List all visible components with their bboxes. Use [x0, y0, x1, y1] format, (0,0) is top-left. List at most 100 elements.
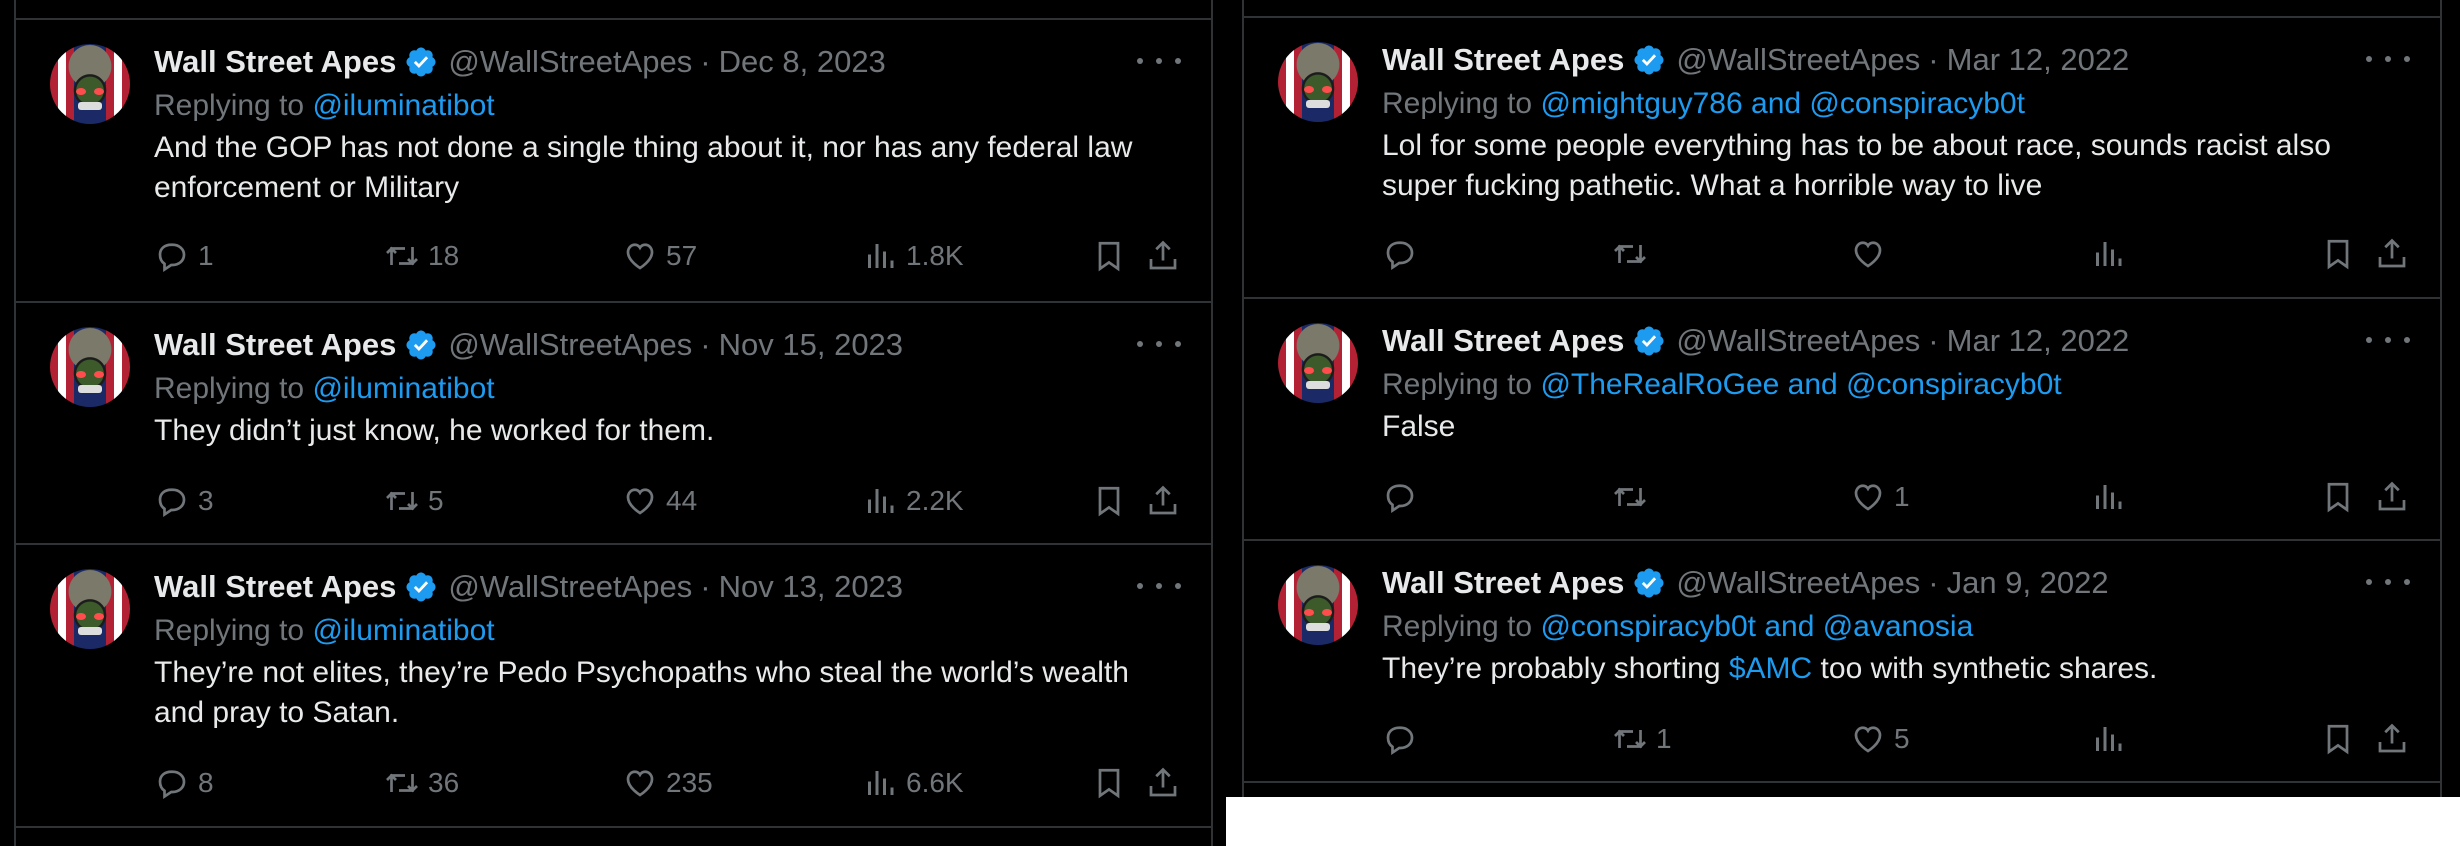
retweet-count: 18 [428, 240, 460, 271]
retweet-button[interactable]: 18 [384, 238, 459, 274]
tweet[interactable]: Wall Street Apes @WallStreetApes · Nov 1… [16, 545, 1211, 828]
views-button[interactable] [2090, 236, 2134, 272]
replying-to-mention[interactable]: @iluminatibot [312, 89, 494, 122]
avatar[interactable] [50, 327, 130, 407]
avatar[interactable] [1278, 323, 1358, 403]
like-button[interactable]: 44 [622, 483, 697, 519]
avatar[interactable] [50, 569, 130, 649]
views-icon [862, 765, 898, 801]
more-icon[interactable] [2366, 567, 2410, 597]
views-button[interactable] [2090, 721, 2134, 757]
views-icon [2090, 479, 2126, 515]
author-handle[interactable]: @WallStreetApes [448, 44, 692, 80]
replying-to: Replying to @conspiracyb0t and @avanosia [1382, 605, 2410, 649]
share-button[interactable] [2374, 721, 2410, 757]
bookmark-icon [2320, 721, 2356, 757]
more-icon[interactable] [1137, 571, 1181, 601]
views-button[interactable]: 6.6K [862, 765, 964, 801]
avatar[interactable] [50, 44, 130, 124]
bookmark-button[interactable] [1091, 483, 1127, 519]
reply-button[interactable] [1382, 721, 1426, 757]
share-button[interactable] [2374, 479, 2410, 515]
reply-icon [1382, 236, 1418, 272]
replying-to-mention[interactable]: @conspiracyb0t and @avanosia [1540, 610, 1973, 643]
tweet[interactable]: Wall Street Apes @WallStreetApes · Dec 8… [16, 20, 1211, 303]
tweet[interactable]: Wall Street Apes @WallStreetApes · Mar 1… [1244, 18, 2440, 299]
retweet-icon [384, 238, 420, 274]
replying-to-mention[interactable]: @mightguy786 and @conspiracyb0t [1540, 87, 2025, 120]
retweet-button[interactable] [1612, 479, 1656, 515]
like-button[interactable]: 5 [1850, 721, 1910, 757]
author-name[interactable]: Wall Street Apes [154, 44, 396, 80]
replying-to-mention[interactable]: @TheRealRoGee and @conspiracyb0t [1540, 368, 2061, 401]
like-button[interactable]: 1 [1850, 479, 1910, 515]
view-count: 2.2K [906, 485, 964, 516]
share-button[interactable] [1145, 238, 1181, 274]
more-icon[interactable] [1137, 329, 1181, 359]
reply-button[interactable] [1382, 479, 1426, 515]
avatar[interactable] [1278, 565, 1358, 645]
tweet[interactable]: Wall Street Apes @WallStreetApes · Mar 1… [1244, 299, 2440, 541]
like-button[interactable]: 57 [622, 238, 697, 274]
share-icon [2374, 236, 2410, 272]
like-button[interactable] [1850, 236, 1894, 272]
reply-button[interactable]: 3 [154, 483, 214, 519]
author-handle[interactable]: @WallStreetApes [1676, 42, 1920, 78]
retweet-button[interactable] [1612, 236, 1656, 272]
tweet[interactable]: Wall Street Apes @WallStreetApes · Jan 9… [1244, 541, 2440, 783]
views-button[interactable]: 1.8K [862, 238, 964, 274]
tweet[interactable]: Wall Street Apes @WallStreetApes · Nov 1… [16, 303, 1211, 545]
more-icon[interactable] [2366, 44, 2410, 74]
bookmark-button[interactable] [2320, 479, 2356, 515]
share-button[interactable] [1145, 765, 1181, 801]
author-handle[interactable]: @WallStreetApes [448, 327, 692, 363]
cashtag-link[interactable]: $AMC [1729, 652, 1812, 685]
bookmark-button[interactable] [2320, 236, 2356, 272]
views-button[interactable]: 2.2K [862, 483, 964, 519]
author-name[interactable]: Wall Street Apes [1382, 42, 1624, 78]
replying-to-mention[interactable]: @iluminatibot [312, 372, 494, 405]
author-handle[interactable]: @WallStreetApes [448, 569, 692, 605]
author-name[interactable]: Wall Street Apes [1382, 565, 1624, 601]
reply-button[interactable]: 1 [154, 238, 214, 274]
more-icon[interactable] [1137, 46, 1181, 76]
tweet-text: They’re not elites, they’re Pedo Psychop… [154, 653, 1181, 733]
tweet-date[interactable]: Mar 12, 2022 [1947, 42, 2130, 78]
tweet-date[interactable]: Mar 12, 2022 [1947, 323, 2130, 359]
avatar[interactable] [1278, 42, 1358, 122]
author-handle[interactable]: @WallStreetApes [1676, 565, 1920, 601]
reply-button[interactable]: 8 [154, 765, 214, 801]
separator-dot: · [700, 569, 711, 604]
bookmark-button[interactable] [2320, 721, 2356, 757]
separator-dot: · [1928, 565, 1939, 600]
tweet-date[interactable]: Nov 13, 2023 [719, 569, 903, 605]
reply-icon [1382, 479, 1418, 515]
tweet-date[interactable]: Dec 8, 2023 [719, 44, 886, 80]
share-button[interactable] [1145, 483, 1181, 519]
tweet-date[interactable]: Nov 15, 2023 [719, 327, 903, 363]
retweet-button[interactable]: 1 [1612, 721, 1672, 757]
tweet-text: False [1382, 407, 2410, 447]
retweet-button[interactable]: 5 [384, 483, 444, 519]
replying-to-label: Replying to [154, 89, 305, 122]
tweet-text-line: and pray to Satan. [154, 696, 400, 729]
views-icon [2090, 721, 2126, 757]
tweet-text: They’re probably shorting $AMC too with … [1382, 649, 2410, 689]
views-button[interactable] [2090, 479, 2134, 515]
retweet-button[interactable]: 36 [384, 765, 459, 801]
replying-to-mention[interactable]: @iluminatibot [312, 614, 494, 647]
like-button[interactable]: 235 [622, 765, 713, 801]
author-name[interactable]: Wall Street Apes [1382, 323, 1624, 359]
more-icon[interactable] [2366, 325, 2410, 355]
reply-count: 3 [198, 485, 214, 516]
author-name[interactable]: Wall Street Apes [154, 569, 396, 605]
share-button[interactable] [2374, 236, 2410, 272]
reply-button[interactable] [1382, 236, 1426, 272]
verified-badge-icon [404, 328, 438, 362]
bookmark-button[interactable] [1091, 765, 1127, 801]
author-name[interactable]: Wall Street Apes [154, 327, 396, 363]
bookmark-button[interactable] [1091, 238, 1127, 274]
tweet-date[interactable]: Jan 9, 2022 [1947, 565, 2109, 601]
author-handle[interactable]: @WallStreetApes [1676, 323, 1920, 359]
bookmark-icon [1091, 765, 1127, 801]
